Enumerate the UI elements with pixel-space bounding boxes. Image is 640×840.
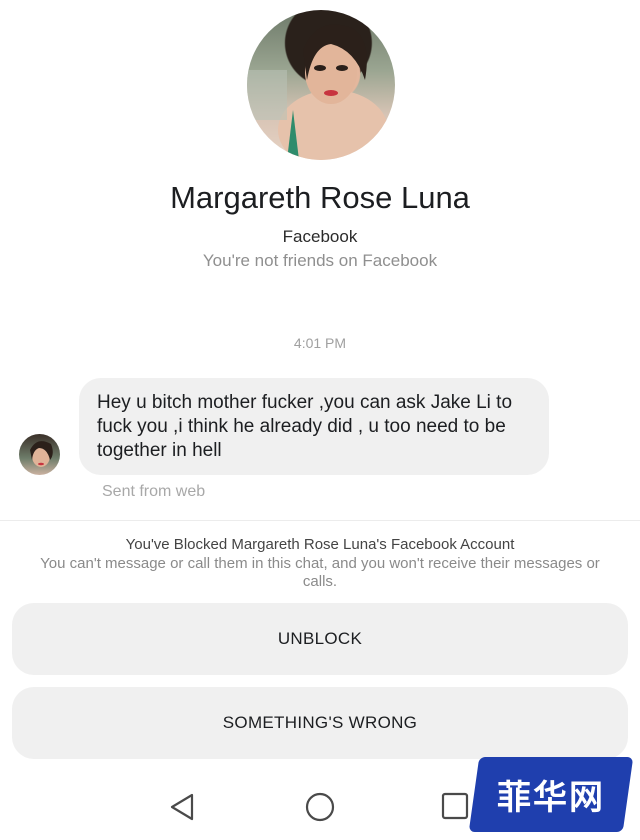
blocked-title: You've Blocked Margareth Rose Luna's Fac… <box>125 536 515 553</box>
watermark-logo: 菲华网 <box>468 757 634 832</box>
message-source: Sent from web <box>102 483 206 500</box>
back-icon[interactable] <box>168 792 196 827</box>
message-timestamp: 4:01 PM <box>293 335 347 351</box>
something-wrong-button[interactable]: SOMETHING'S WRONG <box>12 687 628 759</box>
profile-platform: Facebook <box>282 227 358 246</box>
message-text: Hey u bitch mother fucker ,you can ask J… <box>97 392 513 461</box>
recents-icon[interactable] <box>441 792 469 825</box>
watermark-text: 菲华网 <box>497 778 605 818</box>
divider <box>0 520 640 521</box>
friend-status: You're not friends on Facebook <box>202 251 438 270</box>
profile-name: Margareth Rose Luna <box>170 180 470 215</box>
home-icon[interactable] <box>304 791 336 828</box>
profile-photo[interactable] <box>247 10 395 160</box>
sender-avatar[interactable] <box>19 434 60 475</box>
blocked-description: You can't message or call them in this c… <box>40 555 600 590</box>
unblock-button[interactable]: UNBLOCK <box>12 603 628 675</box>
message-bubble[interactable]: Hey u bitch mother fucker ,you can ask J… <box>79 378 549 475</box>
